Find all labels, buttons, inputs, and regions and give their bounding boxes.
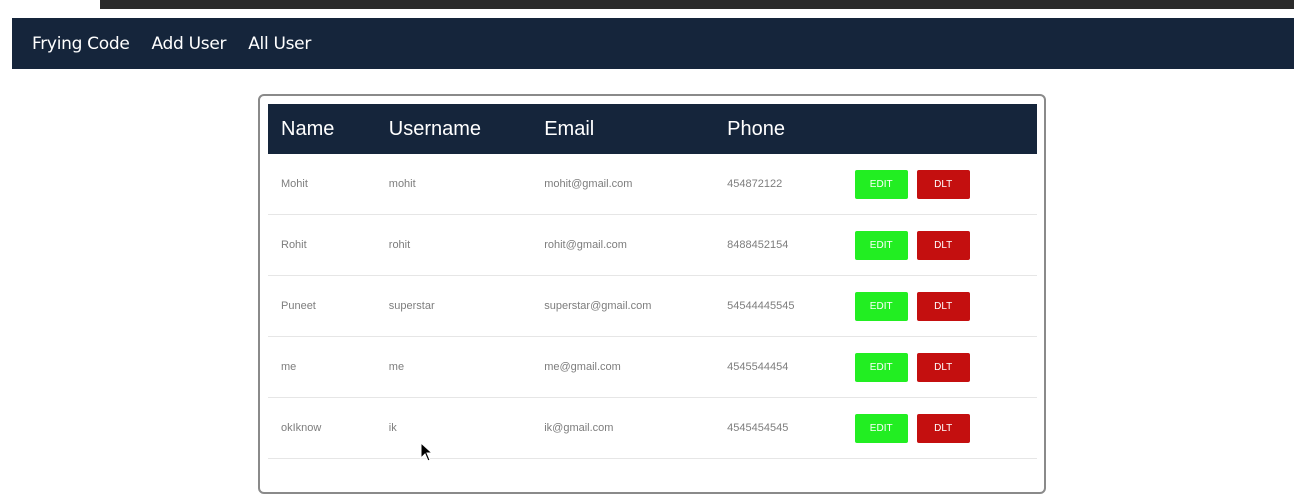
cell-actions: EDIT DLT	[854, 275, 1037, 337]
nav-brand-link[interactable]: Frying Code	[32, 34, 130, 54]
mouse-pointer-icon	[420, 442, 434, 462]
cell-email: me@gmail.com	[544, 336, 728, 398]
delete-button[interactable]: DLT	[916, 230, 970, 260]
table-row: Puneet superstar superstar@gmail.com 545…	[268, 275, 1037, 337]
edit-button[interactable]: EDIT	[854, 169, 908, 199]
users-table: Name Username Email Phone Mohit mohit mo…	[268, 104, 1037, 459]
header-name: Name	[268, 104, 389, 154]
nav-all-user-link[interactable]: All User	[248, 34, 311, 54]
edit-button[interactable]: EDIT	[854, 291, 908, 321]
users-table-body: Mohit mohit mohit@gmail.com 454872122 ED…	[268, 154, 1037, 459]
cell-name: okIknow	[268, 397, 389, 459]
browser-top-bar	[100, 0, 1294, 9]
header-phone: Phone	[727, 104, 855, 154]
users-table-header: Name Username Email Phone	[268, 104, 1037, 154]
cell-phone: 4545544454	[727, 336, 855, 398]
table-row: Rohit rohit rohit@gmail.com 8488452154 E…	[268, 214, 1037, 276]
cell-actions: EDIT DLT	[854, 336, 1037, 398]
delete-button[interactable]: DLT	[916, 169, 970, 199]
cell-name: Rohit	[268, 214, 389, 276]
cell-phone: 454872122	[727, 154, 855, 215]
cell-username: superstar	[388, 275, 545, 337]
nav-add-user-link[interactable]: Add User	[152, 34, 227, 54]
cell-name: Puneet	[268, 275, 389, 337]
table-row: Mohit mohit mohit@gmail.com 454872122 ED…	[268, 154, 1037, 215]
browser-top-strip	[0, 0, 1294, 18]
header-actions	[854, 104, 1037, 154]
cell-name: Mohit	[268, 154, 389, 215]
delete-button[interactable]: DLT	[916, 352, 970, 382]
cell-actions: EDIT DLT	[854, 154, 1037, 215]
header-email: Email	[544, 104, 728, 154]
cell-username: ik	[388, 397, 545, 459]
cell-email: mohit@gmail.com	[544, 154, 728, 215]
cell-phone: 4545454545	[727, 397, 855, 459]
cell-phone: 54544445545	[727, 275, 855, 337]
edit-button[interactable]: EDIT	[854, 413, 908, 443]
edit-button[interactable]: EDIT	[854, 230, 908, 260]
table-row: okIknow ik ik@gmail.com 4545454545 EDIT D…	[268, 397, 1037, 459]
cell-email: superstar@gmail.com	[544, 275, 728, 337]
cell-username: rohit	[388, 214, 545, 276]
header-username: Username	[388, 104, 545, 154]
cell-phone: 8488452154	[727, 214, 855, 276]
cell-username: mohit	[388, 154, 545, 215]
cell-actions: EDIT DLT	[854, 214, 1037, 276]
cell-email: rohit@gmail.com	[544, 214, 728, 276]
cell-username: me	[388, 336, 545, 398]
delete-button[interactable]: DLT	[916, 291, 970, 321]
cell-actions: EDIT DLT	[854, 397, 1037, 459]
delete-button[interactable]: DLT	[916, 413, 970, 443]
edit-button[interactable]: EDIT	[854, 352, 908, 382]
table-row: me me me@gmail.com 4545544454 EDIT DLT	[268, 336, 1037, 398]
cell-email: ik@gmail.com	[544, 397, 728, 459]
navbar: Frying Code Add User All User	[12, 18, 1294, 69]
cell-name: me	[268, 336, 389, 398]
header-row: Name Username Email Phone	[268, 104, 1037, 154]
